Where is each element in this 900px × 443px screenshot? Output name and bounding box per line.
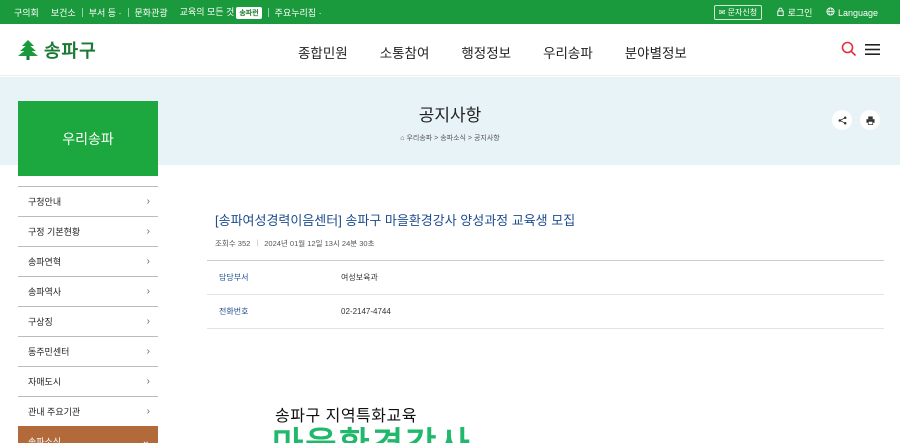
view-count: 조회수 352 (215, 239, 251, 248)
language-link[interactable]: Language (826, 6, 878, 18)
post-info-table: 담당부서 여성보육과 전화번호 02-2147-4744 (207, 260, 884, 329)
sms-subscribe-label: 문자신청 (727, 7, 758, 17)
chevron-right-icon: › (146, 346, 150, 357)
nav-item-civil-service[interactable]: 종합민원 (298, 42, 348, 62)
sidebar-item-label: 관내 주요기관 (28, 407, 81, 417)
sidebar-item-label: 송파역사 (28, 287, 62, 297)
row-value: 02-2147-4744 (341, 307, 391, 316)
page-actions (832, 110, 880, 130)
share-button[interactable] (832, 110, 852, 130)
util-link-council[interactable]: 구의회 (8, 6, 45, 19)
language-label: Language (837, 7, 878, 18)
poster-headline: 마을환경강사 (272, 428, 472, 443)
util-link-education[interactable]: 교육의 모든 것 송파런 (174, 5, 268, 19)
util-link-culture[interactable]: 문화관광 (129, 6, 174, 19)
chevron-right-icon: › (146, 406, 150, 417)
sidebar-title: 우리송파 (18, 101, 158, 176)
nav-item-participation[interactable]: 소통참여 (380, 42, 430, 62)
table-row: 담당부서 여성보육과 (207, 261, 884, 295)
chevron-right-icon: › (146, 376, 150, 387)
util-link-education-label: 교육의 모든 것 (179, 7, 235, 17)
chevron-right-icon: › (146, 196, 150, 207)
main-header: 송파구 종합민원 소통참여 행정정보 우리송파 분야별정보 (0, 24, 900, 76)
logo-text: 송파구 (44, 41, 97, 61)
songpa-run-badge: 송파런 (236, 7, 262, 19)
util-link-departments[interactable]: 부서 등 · (83, 6, 128, 19)
sidebar-item-history-timeline[interactable]: 송파연혁 › (18, 246, 158, 276)
chevron-right-icon: › (146, 256, 150, 267)
divider: | (256, 238, 259, 247)
share-icon (838, 116, 846, 124)
sidebar-item-history[interactable]: 송파역사 › (18, 276, 158, 306)
nav-item-admin-info[interactable]: 행정정보 (461, 42, 511, 62)
chevron-right-icon: › (146, 226, 150, 237)
sidebar-item-community-centers[interactable]: 동주민센터 › (18, 336, 158, 366)
sms-subscribe-button[interactable]: ✉ 문자신청 (713, 4, 763, 20)
songpa-logo[interactable]: 송파구 (18, 37, 97, 63)
mail-icon: ✉ (718, 7, 726, 17)
sidebar-item-symbols[interactable]: 구상징 › (18, 306, 158, 336)
search-icon[interactable] (841, 41, 857, 57)
breadcrumb-text: 우리송파 > 송파소식 > 공지사항 (406, 135, 500, 142)
util-link-health[interactable]: 보건소 (45, 6, 82, 19)
sidebar-item-label: 동주민센터 (28, 347, 70, 357)
row-label: 담당부서 (219, 273, 249, 282)
print-button[interactable] (860, 110, 880, 130)
lock-icon (777, 7, 784, 16)
globe-icon (826, 6, 835, 16)
sidebar-item-label: 송파연혁 (28, 257, 62, 267)
table-row: 전화번호 02-2147-4744 (207, 295, 884, 329)
sidebar-item-basic-status[interactable]: 구정 기본현황 › (18, 216, 158, 246)
chevron-down-icon: ⌄ (141, 436, 150, 443)
row-label: 전화번호 (219, 307, 249, 316)
poster-subtitle: 송파구 지역특화교육 (275, 408, 417, 425)
util-link-major-sites[interactable]: 주요누리집 · (269, 6, 328, 19)
main-nav: 종합민원 소통참여 행정정보 우리송파 분야별정보 (298, 42, 687, 62)
login-link[interactable]: 로그인 (776, 6, 812, 19)
sidebar-item-label: 구청안내 (28, 197, 62, 207)
print-icon (865, 115, 875, 125)
login-label: 로그인 (787, 7, 813, 18)
nav-item-field-info[interactable]: 분야별정보 (625, 42, 687, 62)
sidebar-item-label: 송파소식 (28, 437, 62, 443)
sidebar-item-label: 자매도시 (28, 377, 62, 387)
menu-icon[interactable] (865, 43, 880, 56)
sidebar-item-office-guide[interactable]: 구청안내 › (18, 186, 158, 216)
sidebar-item-major-institutions[interactable]: 관내 주요기관 › (18, 396, 158, 426)
nav-item-our-songpa[interactable]: 우리송파 (543, 42, 593, 62)
utility-links: 구의회 보건소 부서 등 · 문화관광 교육의 모든 것 송파런 주요누리집 · (0, 5, 328, 19)
utility-actions: ✉ 문자신청 로그인 Language (713, 4, 900, 20)
post-title: [송파여성경력이음센터] 송파구 마을환경강사 양성과정 교육생 모집 (215, 213, 576, 228)
post-datetime: 2024년 01월 12일 13시 24분 30초 (264, 239, 375, 248)
chevron-right-icon: › (146, 316, 150, 327)
row-value: 여성보육과 (341, 273, 378, 282)
sidebar-item-news[interactable]: 송파소식 ⌄ (18, 426, 158, 443)
home-icon[interactable]: ⌂ (400, 135, 404, 142)
utility-bar: 구의회 보건소 부서 등 · 문화관광 교육의 모든 것 송파런 주요누리집 · … (0, 0, 900, 24)
sidebar-item-label: 구정 기본현황 (28, 227, 81, 237)
chevron-right-icon: › (146, 286, 150, 297)
sidebar-menu: 구청안내 › 구정 기본현황 › 송파연혁 › 송파역사 › 구상징 › 동주민… (18, 186, 158, 443)
sidebar-item-sister-cities[interactable]: 자매도시 › (18, 366, 158, 396)
sidebar-item-label: 구상징 (28, 317, 53, 327)
tree-logo-icon (18, 40, 38, 60)
header-actions (841, 41, 880, 57)
post-meta: 조회수 352 | 2024년 01월 12일 13시 24분 30초 (215, 238, 374, 249)
